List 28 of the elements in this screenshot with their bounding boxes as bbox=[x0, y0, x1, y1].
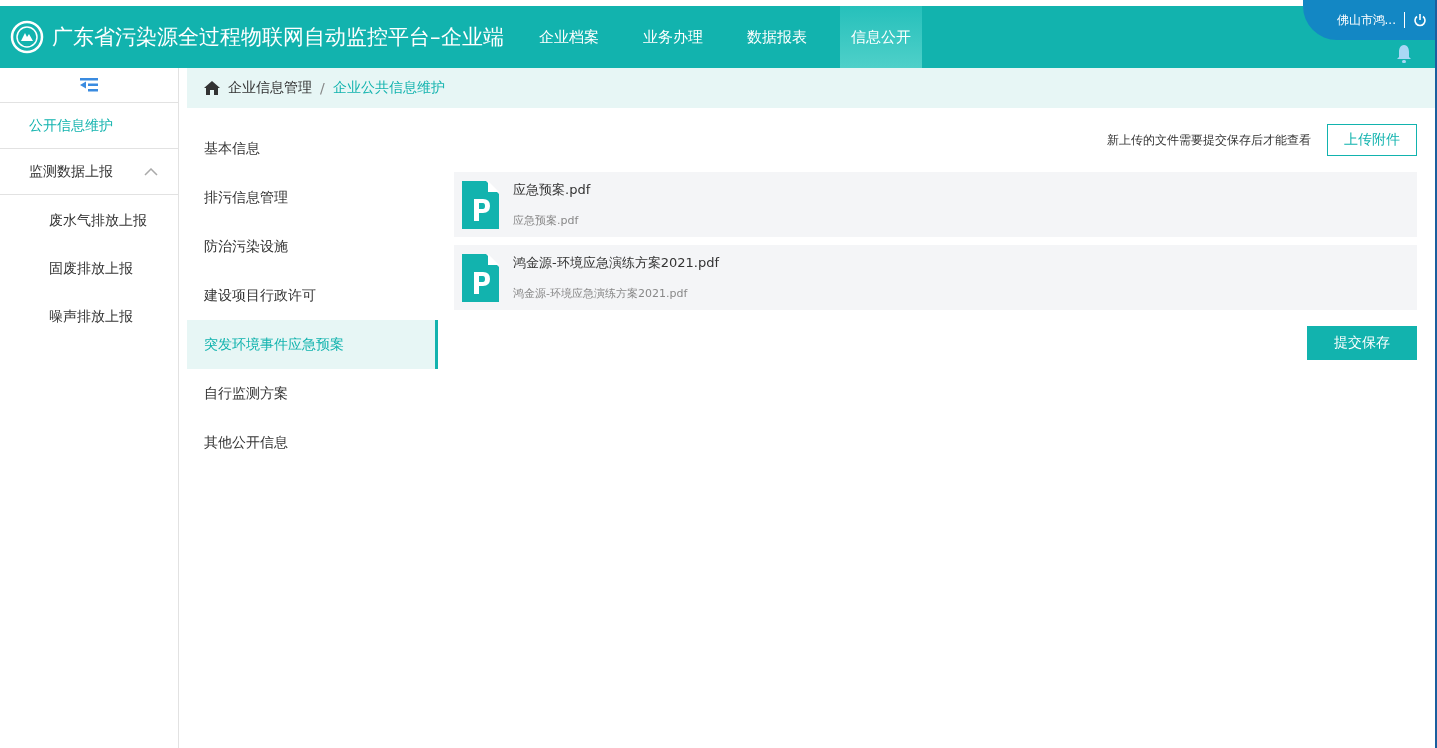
section-tab[interactable]: 其他公开信息 bbox=[187, 418, 438, 467]
breadcrumb-separator: / bbox=[320, 80, 325, 96]
sidebar-item[interactable]: 监测数据上报 bbox=[0, 149, 178, 195]
file-card[interactable]: 鸿金源-环境应急演练方案2021.pdf 鸿金源-环境应急演练方案2021.pdf bbox=[454, 245, 1417, 310]
pdf-file-icon bbox=[462, 253, 499, 302]
sidebar-subitem[interactable]: 固废排放上报 bbox=[0, 245, 178, 293]
collapse-menu-icon[interactable] bbox=[80, 78, 98, 92]
app-title: 广东省污染源全过程物联网自动监控平台–企业端 bbox=[52, 24, 504, 51]
file-name: 鸿金源-环境应急演练方案2021.pdf bbox=[513, 254, 719, 272]
file-name: 应急预案.pdf bbox=[513, 181, 591, 199]
emblem-icon bbox=[10, 20, 44, 54]
section-tab[interactable]: 自行监测方案 bbox=[187, 369, 438, 418]
home-icon[interactable] bbox=[204, 81, 220, 95]
section-tab[interactable]: 排污信息管理 bbox=[187, 173, 438, 222]
sidebar-subitem[interactable]: 废水气排放上报 bbox=[0, 197, 178, 245]
section-tab[interactable]: 防治污染设施 bbox=[187, 222, 438, 271]
chevron-up-icon[interactable] bbox=[144, 167, 158, 176]
power-icon[interactable] bbox=[1413, 13, 1427, 27]
section-tab[interactable]: 建设项目行政许可 bbox=[187, 271, 438, 320]
file-card[interactable]: 应急预案.pdf 应急预案.pdf bbox=[454, 172, 1417, 237]
upload-hint: 新上传的文件需要提交保存后才能查看 bbox=[1107, 131, 1311, 149]
breadcrumb-link[interactable]: 企业信息管理 bbox=[228, 79, 312, 97]
pdf-file-icon bbox=[462, 180, 499, 229]
file-subtitle: 鸿金源-环境应急演练方案2021.pdf bbox=[513, 286, 689, 301]
user-name[interactable]: 佛山市鸿... bbox=[1336, 11, 1396, 29]
file-subtitle: 应急预案.pdf bbox=[513, 213, 580, 228]
sidebar-subitem[interactable]: 噪声排放上报 bbox=[0, 293, 178, 341]
section-tab[interactable]: 基本信息 bbox=[187, 124, 438, 173]
